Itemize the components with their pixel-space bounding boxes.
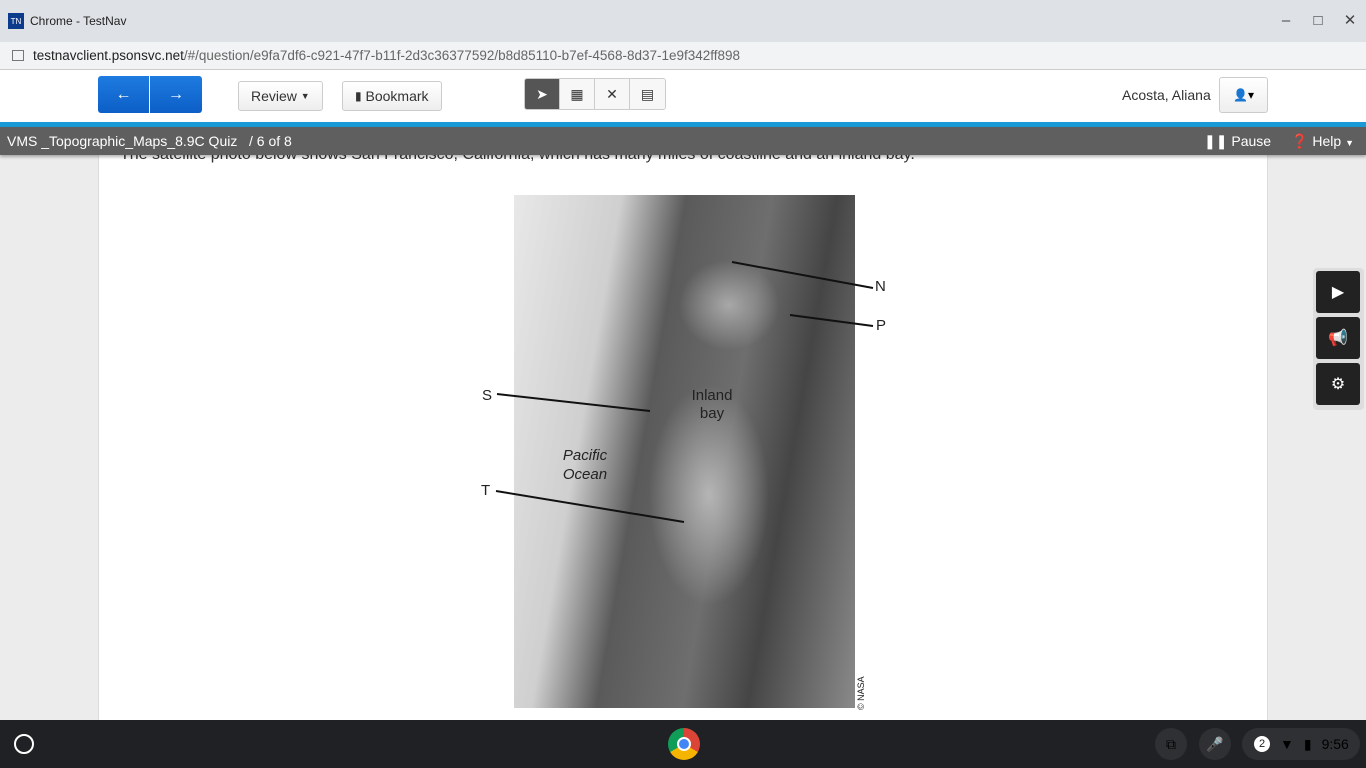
quiz-bar: VMS _Topographic_Maps_8.9C Quiz / 6 of 8… xyxy=(0,127,1366,155)
quiz-title: VMS _Topographic_Maps_8.9C Quiz xyxy=(7,133,238,149)
play-button[interactable]: ▶ xyxy=(1316,271,1360,313)
nasa-credit: © NASA xyxy=(856,676,866,710)
caret-down-icon: ▼ xyxy=(1345,137,1354,148)
notification-count: 2 xyxy=(1254,736,1270,752)
launcher-button[interactable] xyxy=(14,734,34,754)
pause-icon: ❚❚ xyxy=(1204,132,1228,149)
help-button[interactable]: ❓ Help ▼ xyxy=(1291,133,1354,150)
help-label: Help xyxy=(1312,132,1342,149)
label-p: P xyxy=(876,317,887,334)
microphone-icon[interactable]: 🎤 xyxy=(1199,728,1231,760)
figure-leader-lines xyxy=(495,261,874,523)
label-pacific-ocean: Pacific Ocean xyxy=(562,447,608,483)
settings-button[interactable]: ⚙ xyxy=(1316,363,1360,405)
chrome-icon[interactable] xyxy=(668,728,700,760)
quiz-progress: / 6 of 8 xyxy=(249,133,292,149)
label-n: N xyxy=(875,278,886,295)
help-icon: ❓ xyxy=(1291,132,1309,149)
status-tray[interactable]: 2 ▼ ▮ 9:56 xyxy=(1242,728,1360,760)
announce-button[interactable]: 📢 xyxy=(1316,317,1360,359)
side-tools: ▶ 📢 ⚙ xyxy=(1313,268,1364,410)
label-inland-bay: Inland bay xyxy=(691,387,733,422)
pause-button[interactable]: ❚❚ Pause xyxy=(1204,133,1271,150)
wifi-icon: ▼ xyxy=(1280,736,1294,752)
label-t: T xyxy=(481,482,491,499)
pause-label: Pause xyxy=(1231,132,1272,149)
clock: 9:56 xyxy=(1321,736,1349,752)
label-s: S xyxy=(482,387,493,404)
battery-icon: ▮ xyxy=(1303,735,1312,752)
screen-capture-icon[interactable]: ⧉ xyxy=(1155,728,1187,760)
